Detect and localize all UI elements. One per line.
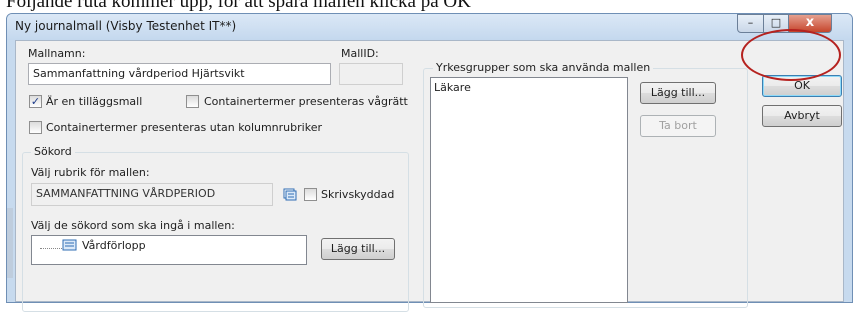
mallnamn-input[interactable]: Sammanfattning vårdperiod Hjärtsvikt [28, 63, 331, 85]
ok-highlight-annotation [741, 29, 841, 81]
minimize-button[interactable]: – [737, 14, 764, 33]
folder-term-icon [62, 238, 78, 252]
window-title: Ny journalmall (Visby Testenhet IT**) [15, 19, 237, 33]
rubrik-label: Välj rubrik för mallen: [31, 166, 150, 179]
left-frame-edge [7, 208, 13, 278]
yrkesgrupper-add-button[interactable]: Lägg till... [640, 82, 716, 104]
tree-item-vardforlopp[interactable]: Vårdförlopp [82, 239, 146, 252]
check-icon: ✓ [30, 95, 41, 108]
sokord-label: Välj de sökord som ska ingå i mallen: [31, 219, 235, 232]
title-bar[interactable]: Ny journalmall (Visby Testenhet IT**) – … [7, 14, 852, 40]
utan-kolumnrubriker-label: Containertermer presenteras utan kolumnr… [46, 121, 322, 134]
tillaggsmall-label: Är en tilläggsmall [46, 95, 143, 108]
skrivskyddad-checkbox[interactable] [304, 188, 317, 201]
yrkesgrupper-list[interactable]: Läkare [430, 77, 628, 303]
dialog-body: Mallnamn: Sammanfattning vårdperiod Hjär… [15, 40, 844, 312]
dialog-window: Ny journalmall (Visby Testenhet IT**) – … [6, 13, 853, 312]
list-item-lakare[interactable]: Läkare [434, 81, 471, 94]
mallid-input[interactable] [339, 63, 403, 85]
instruction-caption: Följande ruta kommer upp, för att spara … [6, 0, 471, 12]
vagratt-checkbox[interactable] [186, 95, 199, 108]
yrkesgrupper-remove-button[interactable]: Ta bort [640, 115, 716, 137]
yrkesgrupper-group-title: Yrkesgrupper som ska använda mallen [433, 61, 654, 74]
sokord-add-button[interactable]: Lägg till... [321, 238, 395, 260]
tillaggsmall-checkbox[interactable]: ✓ [29, 95, 42, 108]
mallnamn-label: Mallnamn: [28, 47, 86, 60]
rubrik-input[interactable]: SAMMANFATTNING VÅRDPERIOD [31, 183, 273, 206]
sokord-tree[interactable]: Vårdförlopp [31, 235, 307, 265]
vagratt-label: Containertermer presenteras vågrätt [204, 95, 408, 108]
cancel-button[interactable]: Avbryt [762, 105, 842, 127]
mallid-label: MallID: [341, 47, 379, 60]
select-rubrik-icon[interactable] [283, 186, 299, 202]
utan-kolumnrubriker-checkbox[interactable] [29, 121, 42, 134]
tree-connector [40, 239, 64, 249]
sokord-group-title: Sökord [31, 145, 75, 158]
skrivskyddad-label: Skrivskyddad [321, 188, 395, 201]
